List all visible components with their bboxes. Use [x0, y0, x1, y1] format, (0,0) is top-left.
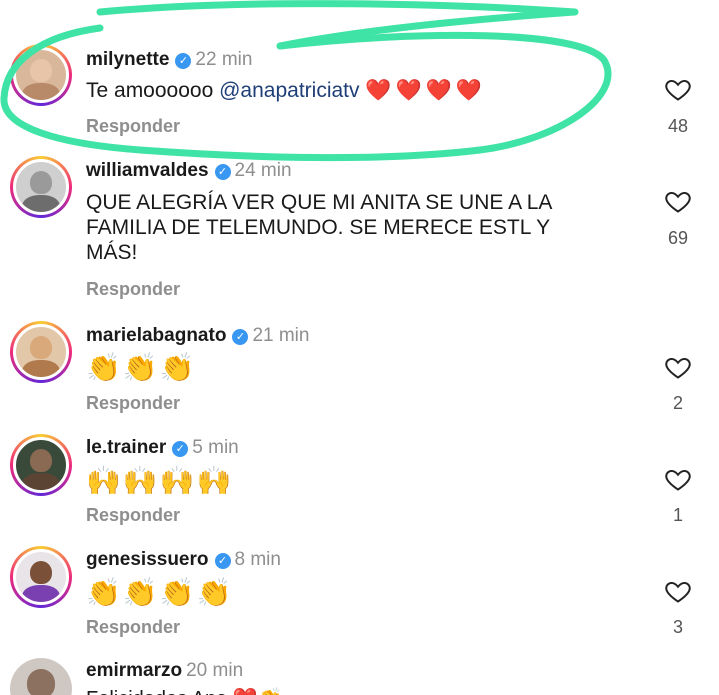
emoji-reaction: 👏👏👏👏: [86, 577, 234, 608]
like-count: 2: [672, 393, 683, 413]
comment-header: marielabagnato ✓ 21 min: [86, 325, 309, 347]
heart-outline-icon: [665, 581, 691, 603]
reply-button[interactable]: Responder: [86, 393, 180, 414]
like-count: 1: [672, 505, 683, 525]
avatar[interactable]: [10, 321, 72, 383]
like-button[interactable]: [664, 577, 692, 605]
like-button[interactable]: [664, 465, 692, 493]
comment-line: MÁS!: [86, 241, 138, 264]
mention-link[interactable]: @anapatriciatv: [219, 79, 359, 102]
timestamp: 20 min: [186, 660, 244, 681]
comment-header: genesissuero ✓ 8 min: [86, 549, 281, 571]
comment-line: QUE ALEGRÍA VER QUE MI ANITA SE UNE A LA: [86, 191, 553, 214]
heart-outline-icon: [665, 191, 691, 213]
emoji-reaction: 🙌🙌🙌🙌: [86, 465, 234, 496]
timestamp: 21 min: [252, 325, 310, 346]
comment-header: milynette ✓ 22 min: [86, 49, 252, 71]
timestamp: 8 min: [234, 549, 281, 570]
username[interactable]: marielabagnato: [86, 325, 226, 346]
heart-emojis: ❤️❤️❤️❤️: [365, 79, 486, 102]
timestamp: 24 min: [234, 160, 292, 181]
username[interactable]: emirmarzo: [86, 660, 182, 681]
heart-outline-icon: [665, 357, 691, 379]
avatar[interactable]: [10, 434, 72, 496]
like-count: 48: [667, 116, 689, 136]
avatar[interactable]: [10, 44, 72, 106]
username[interactable]: genesissuero: [86, 549, 209, 570]
avatar[interactable]: [10, 156, 72, 218]
reply-button[interactable]: Responder: [86, 617, 180, 638]
verified-badge-icon: ✓: [214, 164, 231, 180]
comment-header: emirmarzo 20 min: [86, 660, 243, 682]
heart-outline-icon: [665, 469, 691, 491]
verified-badge-icon: ✓: [214, 553, 231, 569]
reply-button[interactable]: Responder: [86, 505, 180, 526]
comments-screen: milynette ✓ 22 min Te amoooooo @anapatrici…: [0, 0, 719, 695]
verified-badge-icon: ✓: [175, 53, 192, 69]
like-count: 3: [672, 617, 683, 637]
comment-text: QUE ALEGRÍA VER QUE MI ANITA SE UNE A LA…: [86, 190, 552, 265]
timestamp: 5 min: [192, 437, 239, 458]
comment-header: le.trainer ✓ 5 min: [86, 437, 239, 459]
avatar[interactable]: [10, 546, 72, 608]
avatar[interactable]: [10, 658, 72, 695]
like-count: 69: [667, 228, 689, 248]
comment-body: Te amoooooo: [86, 79, 214, 102]
like-button[interactable]: [664, 353, 692, 381]
comment-header: williamvaldes ✓ 24 min: [86, 160, 292, 182]
username[interactable]: le.trainer: [86, 437, 166, 458]
username[interactable]: williamvaldes: [86, 160, 209, 181]
verified-badge-icon: ✓: [232, 329, 249, 345]
username[interactable]: milynette: [86, 49, 169, 70]
like-button[interactable]: [664, 75, 692, 103]
like-button[interactable]: [664, 187, 692, 215]
verified-badge-icon: ✓: [172, 441, 189, 457]
reply-button[interactable]: Responder: [86, 279, 180, 300]
timestamp: 22 min: [195, 49, 253, 70]
comment-line: FAMILIA DE TELEMUNDO. SE MERECE ESTL Y: [86, 216, 551, 239]
comment-text: Felicidades Ana ❤️👏 ...: [86, 686, 305, 695]
comment-text: Te amoooooo @anapatriciatv ❤️❤️❤️❤️: [86, 78, 486, 103]
emoji-reaction: 👏👏👏: [86, 352, 197, 383]
heart-outline-icon: [665, 79, 691, 101]
reply-button[interactable]: Responder: [86, 116, 180, 137]
